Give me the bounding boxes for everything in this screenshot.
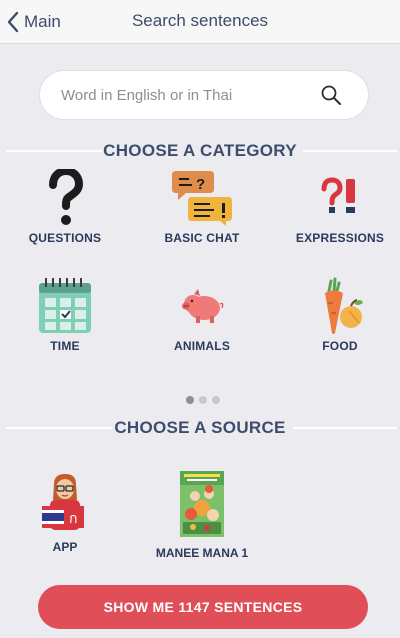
source-label: APP	[52, 540, 78, 554]
page-dot[interactable]	[186, 396, 194, 404]
category-label: TIME	[50, 339, 80, 353]
source-app[interactable]: ก APP	[0, 470, 130, 554]
source-manee-mana[interactable]: MANEE MANA 1	[137, 470, 267, 560]
search-input[interactable]	[61, 86, 311, 104]
pig-icon	[167, 276, 237, 336]
page-title: Search sentences	[131, 11, 269, 30]
category-questions[interactable]: QUESTIONS	[0, 168, 130, 258]
navigation-bar: Main Search sentences	[0, 0, 400, 44]
exclamation-question-icon	[305, 168, 375, 228]
calendar-icon	[30, 276, 100, 336]
svg-text:?: ?	[196, 176, 205, 193]
category-basic-chat[interactable]: ? BASIC CHAT	[137, 168, 267, 258]
search-icon[interactable]	[320, 84, 342, 106]
teacher-flag-icon: ก	[42, 474, 84, 530]
category-label: ANIMALS	[173, 339, 231, 353]
category-food[interactable]: FOOD	[275, 276, 400, 366]
category-animals[interactable]: ANIMALS	[137, 276, 267, 366]
source-section-heading: CHOOSE A SOURCE	[0, 418, 400, 438]
page-dot[interactable]	[199, 396, 207, 404]
search-bar	[39, 70, 369, 120]
category-expressions[interactable]: EXPRESSIONS	[275, 168, 400, 258]
category-label: QUESTIONS	[28, 231, 102, 245]
question-mark-icon	[30, 168, 100, 228]
svg-text:ก: ก	[69, 510, 77, 526]
chat-bubbles-icon: ?	[167, 168, 237, 228]
carrot-apple-icon	[305, 276, 375, 336]
category-time[interactable]: TIME	[0, 276, 130, 366]
book-cover-icon	[180, 471, 224, 537]
page-indicator[interactable]	[186, 396, 220, 404]
category-label: BASIC CHAT	[164, 231, 240, 245]
category-heading-label: CHOOSE A CATEGORY	[103, 141, 297, 160]
source-label: MANEE MANA 1	[155, 546, 249, 560]
page-dot[interactable]	[212, 396, 220, 404]
source-heading-label: CHOOSE A SOURCE	[114, 418, 286, 437]
category-label: FOOD	[322, 339, 358, 353]
category-label: EXPRESSIONS	[295, 231, 385, 245]
category-section-heading: CHOOSE A CATEGORY	[0, 141, 400, 161]
show-sentences-button[interactable]: SHOW ME 1147 SENTENCES	[38, 585, 368, 629]
